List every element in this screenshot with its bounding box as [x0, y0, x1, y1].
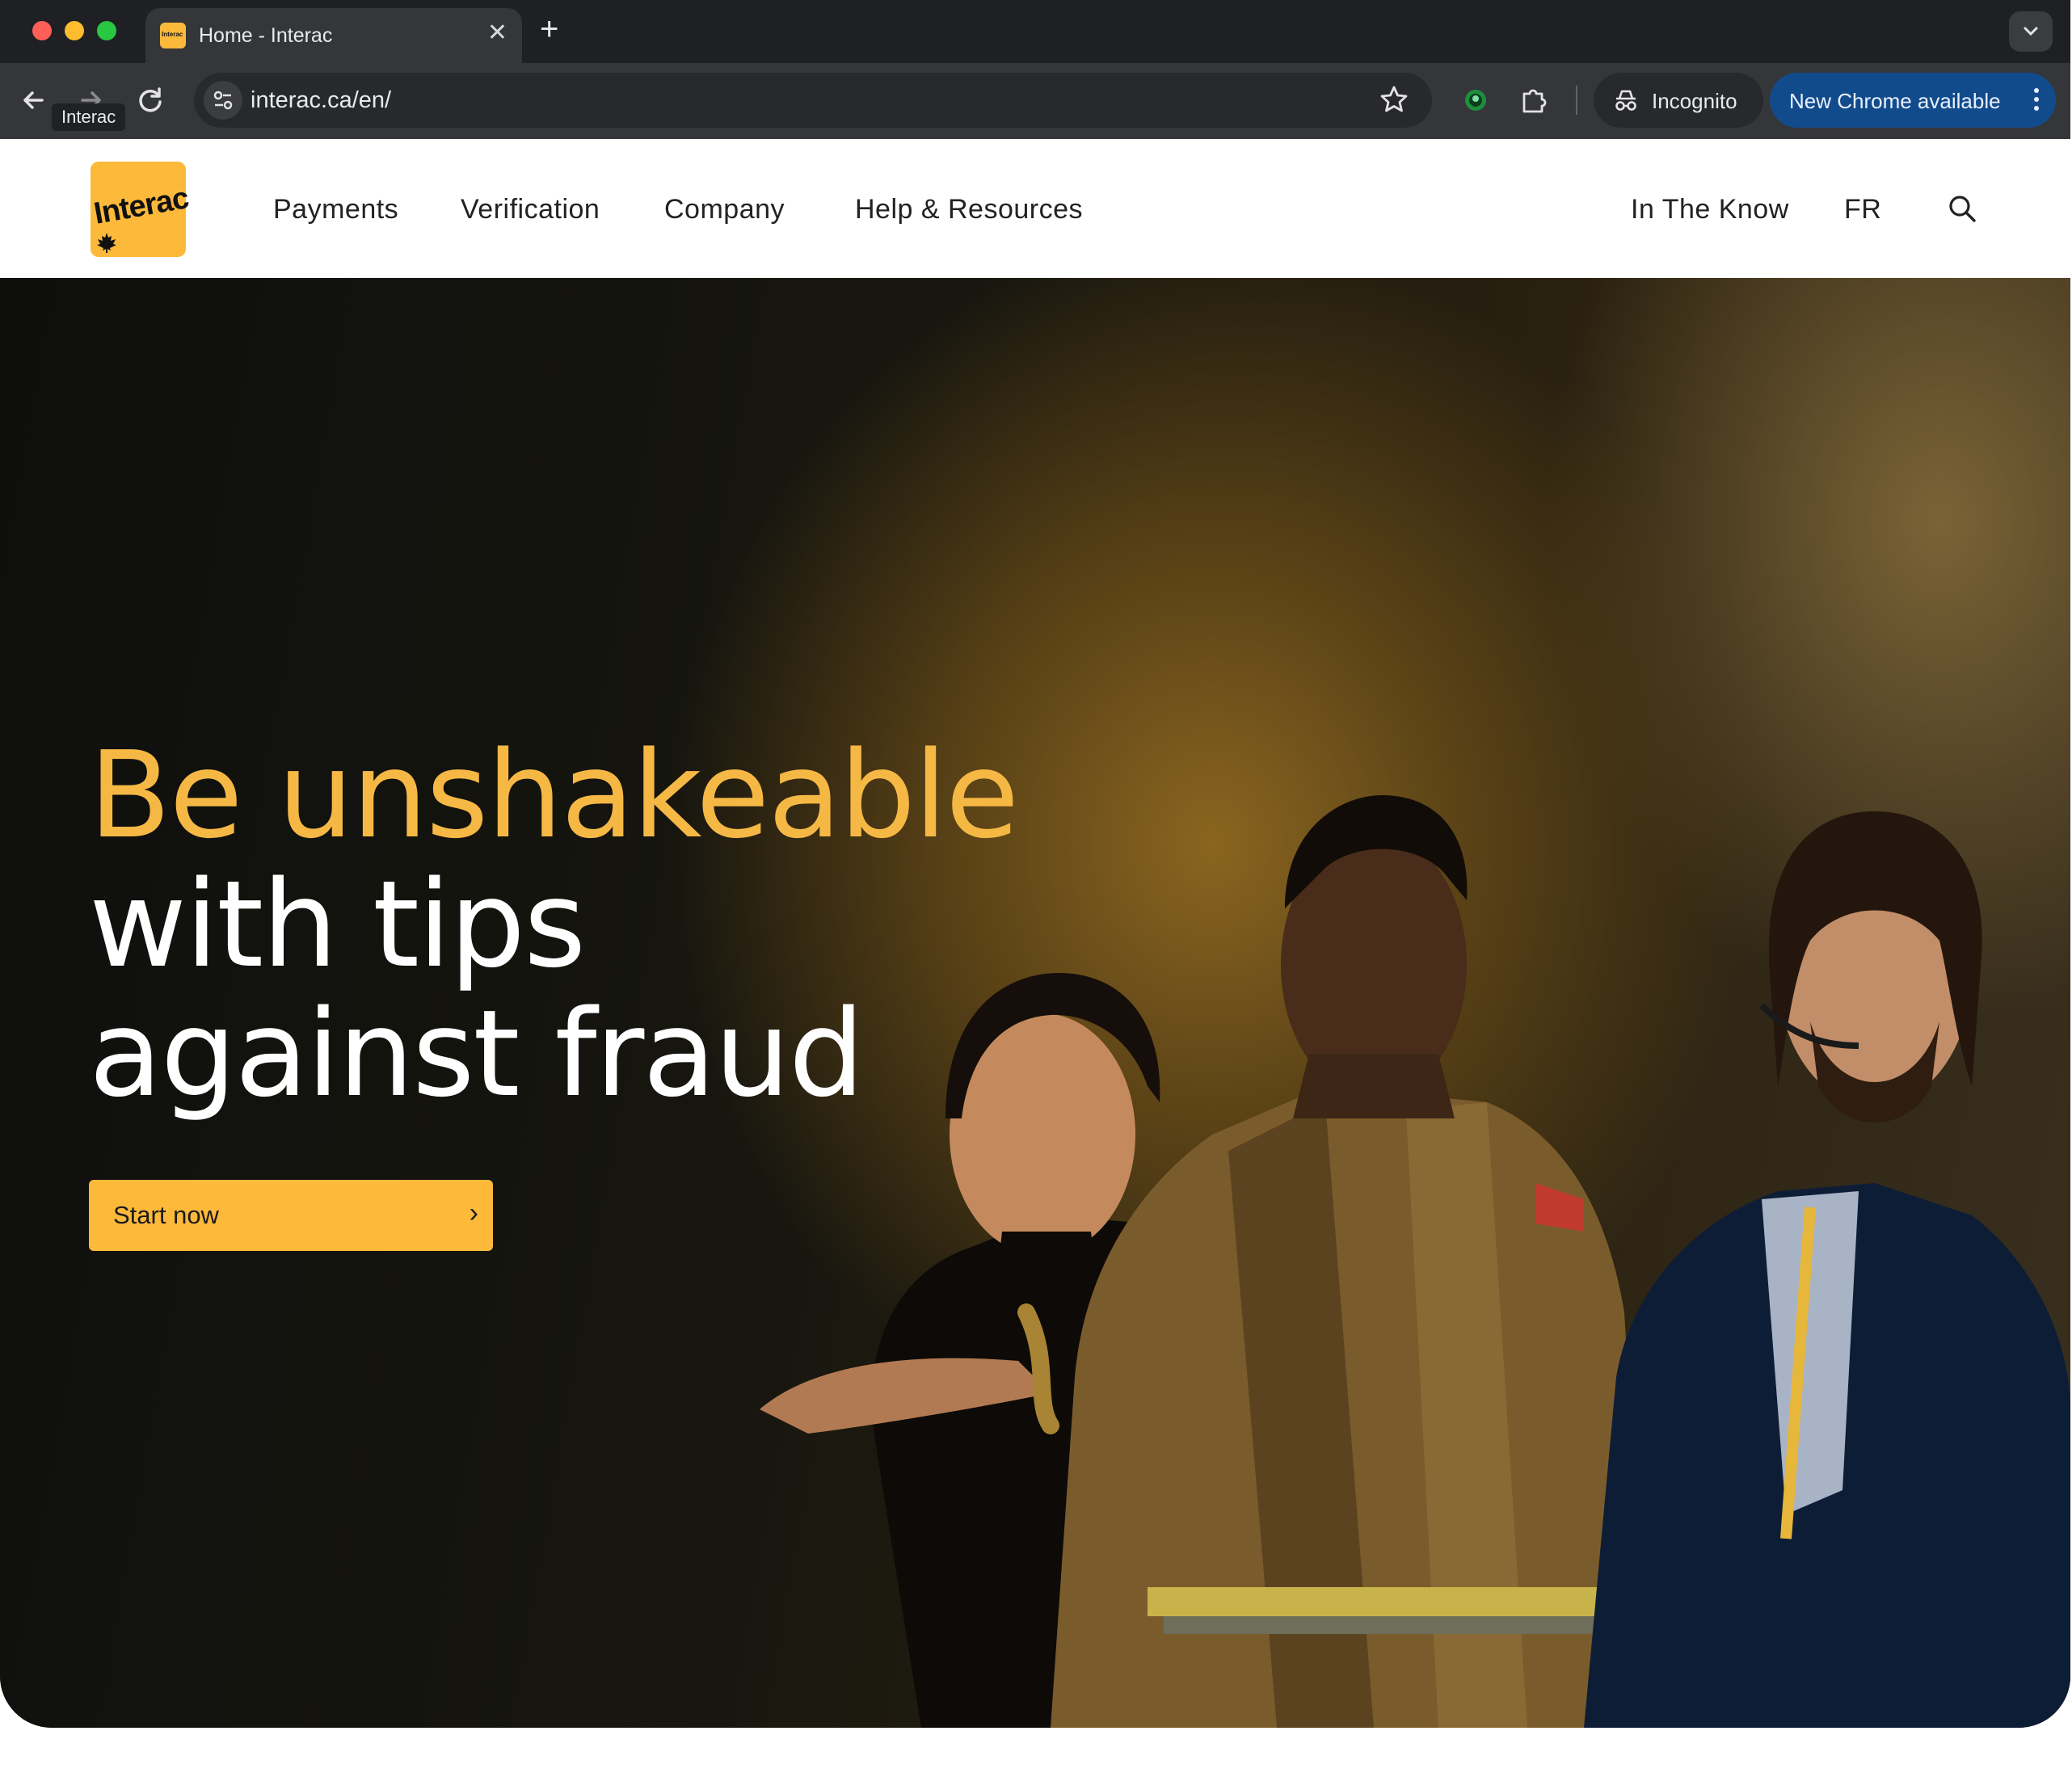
url-text[interactable]: interac.ca/en/	[251, 87, 391, 114]
incognito-indicator[interactable]: Incognito	[1594, 73, 1763, 128]
headline-accent: Be unshakeable	[89, 726, 1019, 865]
extensions-menu-button[interactable]	[1516, 82, 1552, 118]
tab-title: Home - Interac	[199, 24, 333, 47]
update-chrome-label: New Chrome available	[1789, 89, 2001, 113]
tab-strip: Interac Home - Interac ✕ +	[0, 0, 2070, 63]
start-now-button[interactable]: Start now ›	[89, 1180, 493, 1251]
hero-photo	[760, 795, 2070, 1728]
tab-search-button[interactable]	[2009, 11, 2053, 52]
language-toggle[interactable]: FR	[1844, 194, 1881, 225]
man-figure	[1584, 811, 2070, 1728]
bookmark-star-button[interactable]	[1375, 81, 1413, 125]
toolbar-divider	[1576, 86, 1577, 115]
incognito-icon	[1615, 90, 1636, 111]
nav-in-the-know[interactable]: In The Know	[1631, 194, 1789, 225]
zoom-window-button[interactable]	[97, 21, 116, 40]
search-icon	[1949, 196, 1976, 222]
tab-home-interac[interactable]: Interac Home - Interac ✕	[145, 8, 522, 63]
update-chrome-button[interactable]: New Chrome available	[1770, 73, 2056, 128]
reload-icon	[139, 87, 162, 112]
nav-help-resources[interactable]: Help & Resources	[855, 194, 1083, 225]
address-bar[interactable]: interac.ca/en/	[194, 73, 1432, 128]
browser-window: Interac Home - Interac ✕ + interac.ca/en…	[0, 0, 2070, 1728]
site-info-icon	[213, 91, 233, 110]
nav-company[interactable]: Company	[664, 194, 785, 225]
kebab-icon[interactable]	[2033, 86, 2040, 120]
close-window-button[interactable]	[32, 21, 52, 40]
new-tab-button[interactable]: +	[540, 11, 558, 47]
logo-text: Interac	[91, 181, 192, 231]
reload-button[interactable]	[128, 78, 173, 123]
interac-logo[interactable]: Interac	[91, 162, 191, 257]
nav-verification[interactable]: Verification	[461, 194, 600, 225]
firefighter-figure	[1051, 795, 1649, 1728]
headline-line-3: against fraud	[89, 984, 865, 1123]
maple-leaf-icon	[97, 233, 116, 253]
site-header: Interac Payments Verification Company He…	[0, 139, 2070, 278]
close-tab-icon[interactable]: ✕	[487, 19, 507, 47]
start-now-label: Start now	[113, 1201, 219, 1229]
tab-tooltip: Interac	[52, 103, 126, 131]
back-icon	[23, 91, 44, 109]
chevron-down-icon	[2024, 27, 2038, 36]
star-icon	[1380, 86, 1408, 112]
headline-line-2: with tips	[89, 855, 586, 994]
hero-section: Be unshakeable with tips against fraud S…	[0, 278, 2070, 1728]
favicon-text: Interac	[162, 31, 183, 38]
browser-toolbar: interac.ca/en/ Incognito New Chrome avai…	[0, 63, 2070, 139]
back-button[interactable]	[11, 78, 57, 123]
puzzle-icon	[1522, 89, 1547, 113]
extension-button[interactable]	[1458, 82, 1493, 118]
minimize-window-button[interactable]	[65, 21, 84, 40]
search-button[interactable]	[1946, 192, 1978, 225]
interac-favicon-icon: Interac	[160, 23, 186, 48]
site-info-button[interactable]	[204, 81, 242, 120]
extension-icon	[1465, 90, 1486, 111]
incognito-label: Incognito	[1652, 89, 1737, 113]
nav-payments[interactable]: Payments	[273, 194, 398, 225]
hero-headline: Be unshakeable with tips against fraud	[89, 726, 1019, 1123]
chevron-right-icon: ›	[469, 1198, 478, 1228]
